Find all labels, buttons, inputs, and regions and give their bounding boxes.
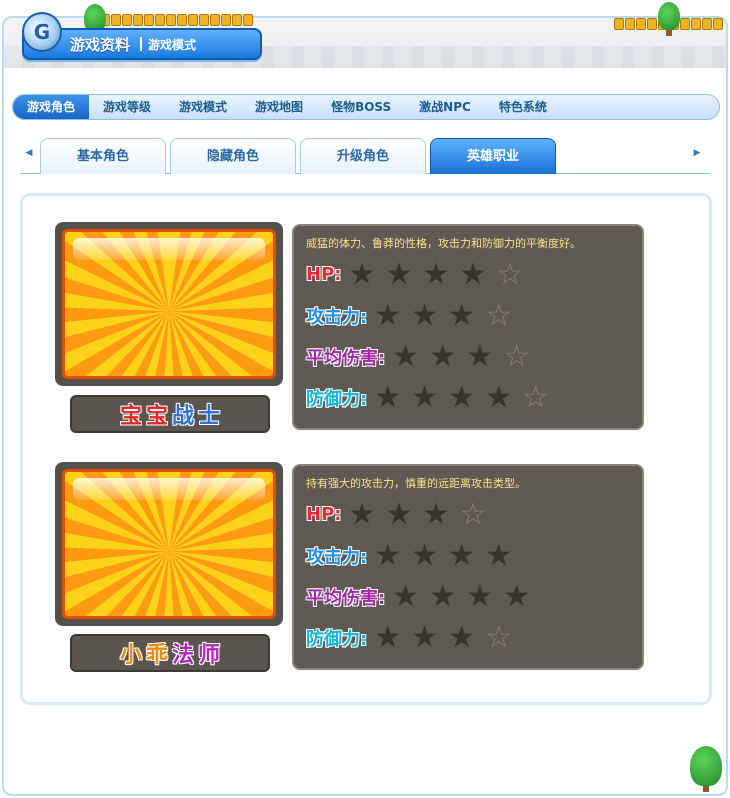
star-empty-icon: ☆ <box>459 496 487 532</box>
stat-label: HP: <box>306 504 342 525</box>
game-logo-icon: G <box>22 12 62 52</box>
stat-label: 平均伤害: <box>306 347 386 369</box>
tab-2[interactable]: 升级角色 <box>300 138 426 174</box>
nav-item-5[interactable]: 激战NPC <box>405 95 485 119</box>
stat-row: HP: ★ ★ ★ ☆ <box>306 494 630 535</box>
nav-item-4[interactable]: 怪物BOSS <box>317 95 405 119</box>
stat-label: 防御力: <box>306 628 368 650</box>
stat-label: 攻击力: <box>306 546 368 568</box>
tab-0[interactable]: 基本角色 <box>40 138 166 174</box>
character-name-char: 士 <box>198 403 221 429</box>
star-filled-icon: ★ <box>411 379 439 415</box>
star-rating: ★ ★ ★ ☆ <box>369 619 517 655</box>
star-rating: ★ ★ ★ ★ <box>387 578 535 614</box>
stat-row: 平均伤害: ★ ★ ★ ☆ <box>306 336 630 377</box>
character-name-char: 法 <box>172 642 195 668</box>
star-rating: ★ ★ ★ ★ ☆ <box>369 379 554 415</box>
stat-row: 攻击力: ★ ★ ★ ☆ <box>306 295 630 336</box>
star-empty-icon: ☆ <box>496 256 524 292</box>
stat-label: 攻击力: <box>306 306 368 328</box>
star-filled-icon: ★ <box>374 619 402 655</box>
stat-row: 防御力: ★ ★ ★ ☆ <box>306 617 630 658</box>
star-filled-icon: ★ <box>448 297 476 333</box>
stat-row: 平均伤害: ★ ★ ★ ★ <box>306 576 630 617</box>
star-rating: ★ ★ ★ ☆ <box>343 496 491 532</box>
stat-label: 平均伤害: <box>306 587 386 609</box>
star-filled-icon: ★ <box>448 619 476 655</box>
star-filled-icon: ★ <box>392 578 420 614</box>
nav-item-6[interactable]: 特色系统 <box>485 95 561 119</box>
page-title: 游戏资料 <box>70 35 131 54</box>
star-filled-icon: ★ <box>348 256 376 292</box>
character-image <box>62 229 276 379</box>
character-description: 威猛的体力、鲁莽的性格，攻击力和防御力的平衡度好。 <box>306 237 581 250</box>
nav-item-3[interactable]: 游戏地图 <box>241 95 317 119</box>
star-filled-icon: ★ <box>411 537 439 573</box>
star-filled-icon: ★ <box>374 537 402 573</box>
star-filled-icon: ★ <box>374 379 402 415</box>
stat-row: 攻击力: ★ ★ ★ ★ <box>306 535 630 576</box>
character-image <box>62 469 276 619</box>
character-info: 持有强大的攻击力，慎重的远距离攻击类型。 HP: ★ ★ ★ ☆ 攻击力: ★ ★ ★ ★ 平均伤害:… <box>292 464 644 670</box>
character-name: 宝宝战士 <box>70 395 270 433</box>
star-filled-icon: ★ <box>485 537 513 573</box>
character-name: 小乖法师 <box>70 634 270 672</box>
star-filled-icon: ★ <box>422 256 450 292</box>
stat-label: 防御力: <box>306 388 368 410</box>
star-filled-icon: ★ <box>374 297 402 333</box>
star-filled-icon: ★ <box>503 578 531 614</box>
star-rating: ★ ★ ★ ★ ☆ <box>343 256 528 292</box>
tree-icon <box>658 2 680 36</box>
nav-item-2[interactable]: 游戏模式 <box>165 95 241 119</box>
title-divider <box>140 37 143 51</box>
star-filled-icon: ★ <box>429 578 457 614</box>
tabs-next-arrow-icon[interactable]: ▶ <box>692 148 702 158</box>
star-filled-icon: ★ <box>466 338 494 374</box>
stat-row: HP: ★ ★ ★ ★ ☆ <box>306 254 630 295</box>
page-subtitle: 游戏模式 <box>148 37 197 52</box>
star-filled-icon: ★ <box>385 496 413 532</box>
character-name-char: 小 <box>119 642 142 668</box>
tab-3[interactable]: 英雄职业 <box>430 138 556 174</box>
brick-row-decoration <box>100 14 253 26</box>
star-rating: ★ ★ ★ ☆ <box>387 338 535 374</box>
star-filled-icon: ★ <box>448 537 476 573</box>
star-rating: ★ ★ ★ ☆ <box>369 297 517 333</box>
star-filled-icon: ★ <box>411 619 439 655</box>
star-filled-icon: ★ <box>448 379 476 415</box>
star-filled-icon: ★ <box>429 338 457 374</box>
star-filled-icon: ★ <box>459 256 487 292</box>
star-filled-icon: ★ <box>348 496 376 532</box>
character-portrait <box>55 222 283 386</box>
star-empty-icon: ☆ <box>485 297 513 333</box>
star-filled-icon: ★ <box>485 379 513 415</box>
star-filled-icon: ★ <box>385 256 413 292</box>
stat-label: HP: <box>306 264 342 285</box>
stat-row: 防御力: ★ ★ ★ ★ ☆ <box>306 377 630 418</box>
star-filled-icon: ★ <box>422 496 450 532</box>
star-empty-icon: ☆ <box>503 338 531 374</box>
character-portrait <box>55 462 283 626</box>
character-name-char: 乖 <box>145 642 168 668</box>
character-name-char: 师 <box>198 642 221 668</box>
star-filled-icon: ★ <box>466 578 494 614</box>
tabs-prev-arrow-icon[interactable]: ◀ <box>24 148 34 158</box>
character-name-char: 宝 <box>145 403 168 429</box>
character-info: 威猛的体力、鲁莽的性格，攻击力和防御力的平衡度好。 HP: ★ ★ ★ ★ ☆ 攻击力: ★ ★ ★… <box>292 224 644 430</box>
star-empty-icon: ☆ <box>485 619 513 655</box>
star-filled-icon: ★ <box>411 297 439 333</box>
nav-item-1[interactable]: 游戏等级 <box>89 95 165 119</box>
star-filled-icon: ★ <box>392 338 420 374</box>
tab-1[interactable]: 隐藏角色 <box>170 138 296 174</box>
character-description: 持有强大的攻击力，慎重的远距离攻击类型。 <box>306 477 526 490</box>
star-empty-icon: ☆ <box>522 379 550 415</box>
main-nav: 游戏角色 游戏等级 游戏模式 游戏地图 怪物BOSS 激战NPC 特色系统 <box>12 94 720 120</box>
star-rating: ★ ★ ★ ★ <box>369 537 517 573</box>
character-name-char: 战 <box>172 403 195 429</box>
tree-icon <box>690 746 722 792</box>
sub-tabs: ◀ 基本角色 隐藏角色 升级角色 英雄职业 ▶ <box>20 136 710 174</box>
character-name-char: 宝 <box>119 403 142 429</box>
nav-item-0[interactable]: 游戏角色 <box>13 95 90 119</box>
